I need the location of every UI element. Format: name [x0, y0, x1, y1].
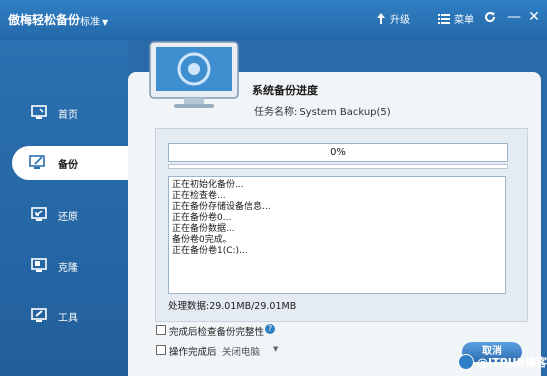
chevron-down-icon: ▼ [273, 345, 279, 353]
edition-label: 标准 [80, 17, 100, 28]
refresh-button[interactable] [482, 8, 498, 26]
backup-icon [29, 155, 45, 169]
app-title: 傲梅轻松备份 [8, 13, 81, 27]
task-name-label: 任务名称: [254, 107, 298, 118]
sidebar-item-label: 首页 [58, 110, 78, 121]
check-after-label: 完成后检查备份完整性 [169, 327, 265, 338]
processed-data: 处理数据:29.01MB/29.01MB [168, 301, 297, 312]
menu-icon [438, 13, 450, 24]
log-line: 正在备份卷0... [172, 213, 232, 223]
menu-button[interactable]: 菜单 [438, 11, 474, 26]
progress-bar: 0% [168, 143, 508, 162]
log-box[interactable]: 正在初始化备份... 正在检查卷... 正在备份存储设备信息... 正在备份卷0...… [168, 176, 506, 294]
check-after-checkbox[interactable] [156, 325, 166, 335]
after-op-select[interactable]: 关闭电脑 [222, 344, 260, 358]
home-icon [31, 105, 47, 119]
watermark: @ITPUB博客 [458, 354, 547, 370]
restore-icon [31, 207, 47, 221]
upgrade-button[interactable]: 升级 [376, 11, 410, 26]
log-line: 正在备份卷1(C:)... [172, 246, 248, 256]
help-icon[interactable]: ? [265, 324, 275, 334]
task-name-value: System Backup(5) [299, 107, 391, 118]
clone-icon [31, 258, 47, 272]
close-button[interactable]: ✕ [526, 8, 542, 26]
page-title: 系统备份进度 [252, 84, 318, 97]
log-line: 正在备份数据... [172, 224, 235, 234]
sidebar-item-label: 还原 [58, 212, 78, 223]
refresh-icon [485, 12, 496, 23]
edition-dropdown[interactable]: 标准 ▼ [80, 13, 108, 28]
minimize-icon: — [507, 9, 521, 25]
task-name: 任务名称: System Backup(5) [252, 103, 391, 118]
after-op-checkbox[interactable] [156, 345, 166, 355]
upgrade-label: 升级 [390, 15, 410, 26]
sidebar-item-restore[interactable]: 还原 [0, 198, 128, 232]
watermark-text: @ITPUB博客 [477, 356, 547, 369]
tools-icon [31, 308, 47, 322]
sidebar-item-clone[interactable]: 克隆 [0, 249, 128, 283]
chevron-down-icon: ▼ [102, 18, 109, 27]
sidebar-item-home[interactable]: 首页 [0, 96, 128, 130]
watermark-logo [458, 354, 474, 370]
sidebar-item-tools[interactable]: 工具 [0, 299, 128, 333]
sidebar-item-label: 工具 [58, 313, 78, 324]
log-line: 备份卷0完成。 [172, 235, 232, 245]
upgrade-icon [377, 13, 385, 24]
menu-label: 菜单 [454, 15, 474, 26]
close-icon: ✕ [528, 9, 540, 25]
sidebar-item-backup[interactable]: 备份 [12, 146, 128, 180]
monitor-backup-icon [149, 41, 239, 108]
after-op-label: 操作完成后 [169, 347, 217, 358]
sidebar-item-label: 克隆 [58, 263, 78, 274]
log-line: 正在初始化备份... [172, 180, 244, 190]
title-bar: 傲梅轻松备份 标准 ▼ 升级 菜单 — ✕ [0, 0, 547, 40]
sub-progress-bar [168, 164, 508, 169]
log-line: 正在检查卷... [172, 191, 226, 201]
sidebar-item-label: 备份 [58, 160, 78, 171]
progress-text: 0% [330, 147, 346, 158]
log-line: 正在备份存储设备信息... [172, 202, 271, 212]
minimize-button[interactable]: — [506, 8, 522, 26]
